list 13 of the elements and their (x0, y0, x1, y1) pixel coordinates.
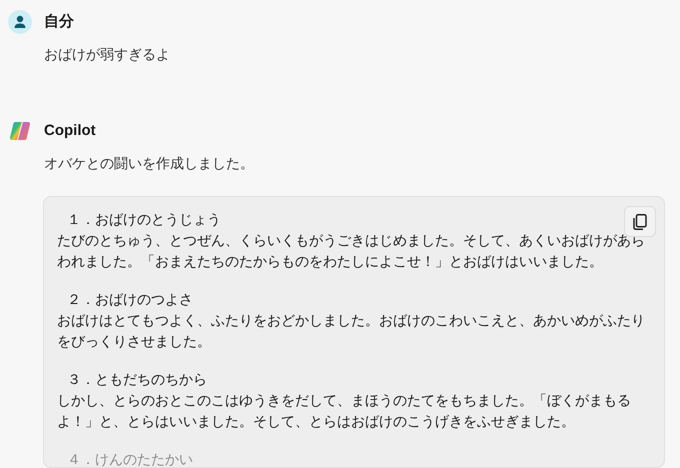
author-name: Copilot (44, 120, 96, 141)
code-paragraph: おばけはとてもつよく、ふたりをおどかしました。おばけのこわいこえと、あかいめがふたりをびっくりさせました。 (57, 311, 646, 351)
code-line: ４．けんのたたかい (66, 450, 193, 467)
user-avatar-icon (8, 10, 32, 34)
message-text: オバケとの闘いを作成しました。 (43, 154, 255, 173)
copy-icon (633, 214, 647, 230)
code-line: ３．ともだちのちから (66, 370, 207, 389)
author-name: 自分 (44, 12, 74, 32)
code-paragraph: しかし、とらのおとこのこはゆうきをだして、まほうのたてをもちました。「ぼくがまもるよ！」と、とらはいいました。そして、とらはおばけのこうげきをふせぎました。 (57, 391, 632, 431)
code-line: ２．おばけのつよさ (66, 290, 193, 309)
message-text: おばけが弱すぎるよ (43, 45, 171, 64)
code-line: １．おばけのとうじょう (66, 210, 221, 229)
copilot-logo-icon (8, 119, 32, 143)
